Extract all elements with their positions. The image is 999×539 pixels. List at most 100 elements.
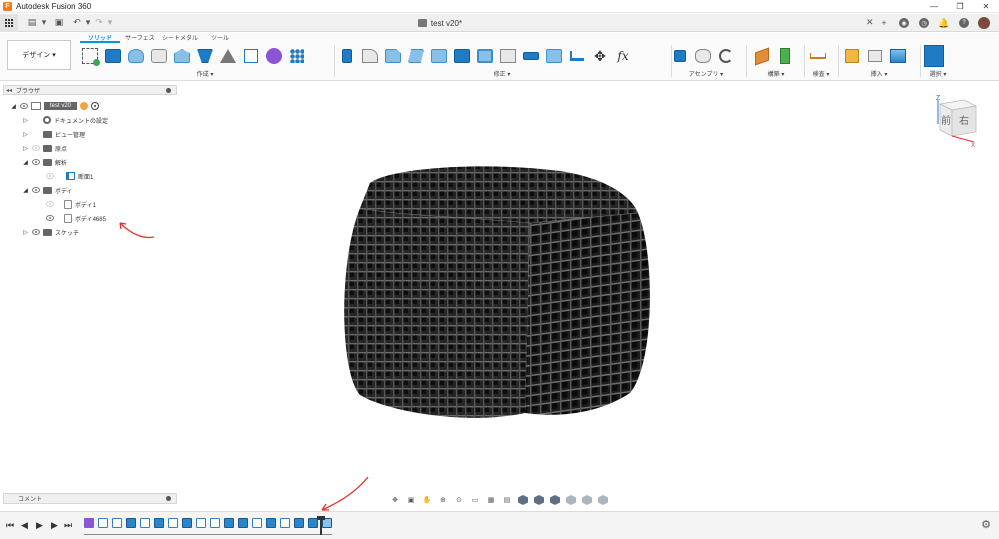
tab-tools[interactable]: ツール	[200, 35, 240, 43]
timeline-feature-extrude-icon[interactable]	[266, 518, 276, 528]
visibility-eye-icon[interactable]	[32, 159, 40, 165]
timeline-marker[interactable]	[317, 516, 325, 535]
workspace-switcher-button[interactable]: デザイン ▾	[7, 40, 71, 70]
file-menu-icon[interactable]: ▤	[24, 16, 40, 30]
insert-group-label[interactable]: 挿入 ▾	[842, 69, 916, 78]
visibility-eye-icon[interactable]	[32, 145, 40, 151]
zoom-window-icon[interactable]: ⊙	[454, 495, 464, 505]
expand-triangle-icon[interactable]: ▷	[22, 145, 29, 152]
align-icon[interactable]	[567, 46, 587, 66]
parameters-icon[interactable]: fx	[613, 46, 633, 66]
tree-item-body-1[interactable]: ボディ1	[46, 198, 96, 210]
create-group-label[interactable]: 作成 ▾	[80, 69, 330, 78]
zoom-icon[interactable]: ⊕	[438, 495, 448, 505]
browser-pin-icon[interactable]	[166, 88, 171, 93]
select-tool-icon[interactable]	[924, 45, 944, 67]
timeline-next-button[interactable]: ▶	[51, 520, 58, 531]
timeline-last-button[interactable]: ⏭	[64, 520, 72, 531]
move-icon[interactable]: ✥	[590, 46, 610, 66]
timeline-feature-form-icon[interactable]	[84, 518, 94, 528]
visibility-eye-icon[interactable]	[46, 201, 54, 207]
visual-style-hidden-icon[interactable]	[550, 495, 560, 505]
expand-triangle-icon[interactable]: ▷	[22, 229, 29, 236]
construct-group-label[interactable]: 構築 ▾	[752, 69, 800, 78]
viewcube[interactable]: Z 前 右 X	[930, 94, 980, 148]
timeline-feature-sketch-icon[interactable]	[112, 518, 122, 528]
expand-triangle-icon[interactable]: ◢	[10, 103, 17, 110]
redo-dropdown-icon[interactable]: ▾	[106, 16, 114, 30]
chamfer-icon[interactable]	[383, 46, 403, 66]
new-tab-icon[interactable]: +	[877, 16, 891, 30]
visibility-eye-icon[interactable]	[32, 187, 40, 193]
tree-item-section-analysis[interactable]: 断面1	[46, 170, 93, 182]
tab-solid[interactable]: ソリッド	[80, 35, 120, 43]
tree-item-sketches[interactable]: ▷ スケッチ	[22, 226, 79, 238]
timeline-feature-sketch-icon[interactable]	[196, 518, 206, 528]
assemble-group-label[interactable]: アセンブリ ▾	[670, 69, 742, 78]
look-at-icon[interactable]: ▣	[406, 495, 416, 505]
redo-icon[interactable]: ↷	[92, 16, 106, 30]
loft-icon[interactable]	[172, 46, 192, 66]
motion-study-icon[interactable]	[716, 46, 736, 66]
box-select-icon[interactable]	[241, 46, 261, 66]
orbit-icon[interactable]: ✥	[390, 495, 400, 505]
expand-triangle-icon[interactable]: ▷	[22, 131, 29, 138]
insert-mesh-icon[interactable]	[865, 46, 885, 66]
sweep-icon[interactable]	[149, 46, 169, 66]
restore-button[interactable]: ❐	[947, 0, 973, 13]
app-grid-icon[interactable]	[0, 13, 18, 32]
split-body-icon[interactable]	[544, 46, 564, 66]
timeline-prev-button[interactable]: ◀	[21, 520, 28, 531]
pattern-icon[interactable]	[287, 46, 307, 66]
save-icon[interactable]: ▣	[52, 16, 66, 30]
minimize-button[interactable]: —	[921, 0, 947, 13]
timeline-first-button[interactable]: ⏮	[6, 520, 14, 531]
pyramid-icon[interactable]	[218, 46, 238, 66]
timeline-play-button[interactable]: ▶	[36, 520, 43, 531]
timeline-feature-extrude-icon[interactable]	[238, 518, 248, 528]
display-settings-icon[interactable]: ▭	[470, 495, 480, 505]
measure-icon[interactable]	[808, 46, 828, 66]
combine-icon[interactable]	[475, 46, 495, 66]
expand-triangle-icon[interactable]: ◢	[22, 187, 29, 194]
extrude-icon[interactable]	[103, 46, 123, 66]
undo-dropdown-icon[interactable]: ▾	[84, 16, 92, 30]
visual-style-wireframe-icon[interactable]	[598, 495, 608, 505]
visibility-eye-icon[interactable]	[20, 103, 28, 109]
document-tab-inner[interactable]: test v20*	[417, 19, 462, 28]
inspect-group-label[interactable]: 検査 ▾	[808, 69, 834, 78]
new-component-icon[interactable]	[670, 46, 690, 66]
scale-icon[interactable]	[452, 46, 472, 66]
revolve-icon[interactable]	[126, 46, 146, 66]
viewports-icon[interactable]: ▤	[502, 495, 512, 505]
select-group-label[interactable]: 選択 ▾	[924, 69, 952, 78]
close-window-button[interactable]: ✕	[973, 0, 999, 13]
visual-style-wire-hidden-icon[interactable]	[582, 495, 592, 505]
timeline-feature-sketch-icon[interactable]	[280, 518, 290, 528]
visual-style-edges-icon[interactable]	[534, 495, 544, 505]
visibility-eye-icon[interactable]	[46, 173, 54, 179]
pan-icon[interactable]: ✋	[422, 495, 432, 505]
timeline-feature-extrude-icon[interactable]	[294, 518, 304, 528]
tree-item-document-settings[interactable]: ▷ ドキュメントの設定	[22, 114, 108, 126]
extensions-icon[interactable]: ◉	[897, 16, 911, 30]
timeline-feature-sketch-icon[interactable]	[140, 518, 150, 528]
form-icon[interactable]	[264, 46, 284, 66]
visual-style-shaded-icon[interactable]	[518, 495, 528, 505]
job-status-icon[interactable]: ◷	[917, 16, 931, 30]
tree-item-named-views[interactable]: ▷ ビュー管理	[22, 128, 85, 140]
shell-icon[interactable]	[406, 46, 426, 66]
modify-group-label[interactable]: 修正 ▾	[337, 69, 667, 78]
close-document-icon[interactable]: ✕	[866, 17, 874, 28]
tree-item-bodies[interactable]: ◢ ボディ	[22, 184, 73, 196]
press-pull-icon[interactable]	[337, 46, 357, 66]
timeline-feature-sketch-icon[interactable]	[252, 518, 262, 528]
offset-plane-icon[interactable]	[752, 46, 772, 66]
notifications-icon[interactable]: 🔔	[937, 16, 951, 30]
timeline-feature-sketch-icon[interactable]	[210, 518, 220, 528]
tree-item-analysis[interactable]: ◢ 解析	[22, 156, 67, 168]
activate-radio-icon[interactable]	[91, 102, 100, 110]
user-avatar[interactable]	[977, 16, 991, 30]
timeline-feature-component-icon[interactable]	[98, 518, 108, 528]
create-sketch-icon[interactable]	[80, 46, 100, 66]
